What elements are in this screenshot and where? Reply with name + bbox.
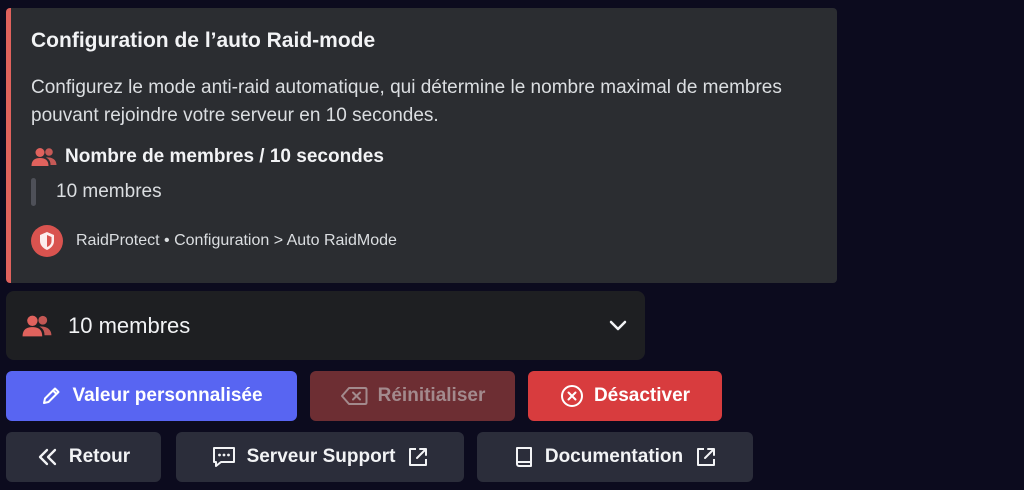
close-circle-icon <box>560 384 584 408</box>
embed-title: Configuration de l’auto Raid-mode <box>31 29 376 52</box>
back-label: Retour <box>68 446 131 467</box>
backspace-icon <box>340 386 368 406</box>
embed-field-name-label: Nombre de membres / 10 secondes <box>65 146 384 167</box>
reset-label: Réinitialiser <box>377 385 486 406</box>
members-select[interactable]: 10 membres <box>6 291 645 360</box>
support-label: Serveur Support <box>246 446 396 467</box>
select-value: 10 membres <box>68 312 191 338</box>
users-icon <box>31 146 59 168</box>
embed-field-value: 10 membres <box>31 178 817 206</box>
reset-button[interactable]: Réinitialiser <box>310 371 515 421</box>
support-server-button[interactable]: Serveur Support <box>176 432 464 482</box>
embed-field-name: Nombre de membres / 10 secondes <box>31 144 817 170</box>
embed-description: Configurez le mode anti-raid automatique… <box>31 77 782 126</box>
embed-card: Configuration de l’auto Raid-mode Config… <box>6 8 837 283</box>
double-chevron-left-icon <box>37 447 59 467</box>
custom-value-button[interactable]: Valeur personnalisée <box>6 371 297 421</box>
documentation-label: Documentation <box>544 446 684 467</box>
documentation-button[interactable]: Documentation <box>477 432 753 482</box>
back-button[interactable]: Retour <box>6 432 161 482</box>
external-link-icon <box>695 446 717 468</box>
chat-icon <box>211 445 237 469</box>
users-icon <box>22 313 54 339</box>
embed-footer: RaidProtect • Configuration > Auto RaidM… <box>31 225 397 257</box>
chevron-down-icon[interactable] <box>607 315 629 337</box>
pencil-icon <box>40 385 62 407</box>
external-link-icon <box>407 446 429 468</box>
embed-footer-text: RaidProtect • Configuration > Auto RaidM… <box>76 232 397 249</box>
disable-button[interactable]: Désactiver <box>528 371 722 421</box>
custom-value-label: Valeur personnalisée <box>72 385 263 406</box>
book-icon <box>513 445 535 469</box>
embed-field-value-text: 10 membres <box>56 181 162 202</box>
blockquote-bar <box>31 178 36 206</box>
disable-label: Désactiver <box>593 385 691 406</box>
raidprotect-logo <box>31 225 63 257</box>
